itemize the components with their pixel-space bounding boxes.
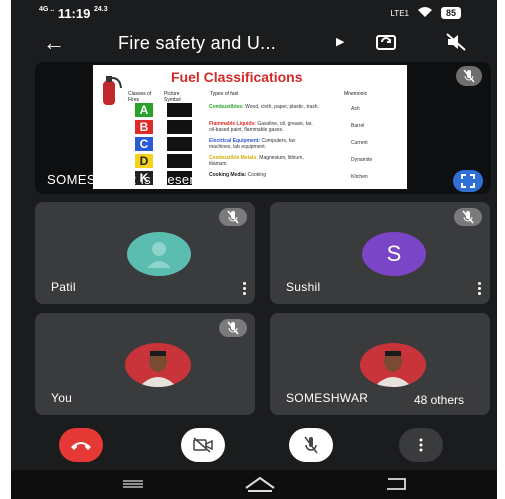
more-options-icon[interactable] [243,282,247,296]
battery-icon: 85 [440,7,461,19]
presentation-tile[interactable]: Fuel Classifications Classes of Fires Pi… [35,62,491,194]
class-picture [167,154,192,168]
fuel-text: Electrical Equipment: Computers, fax mac… [209,138,296,150]
fuel-text: Combustible Metals: Magnesium, lithium, … [209,155,304,167]
fire-extinguisher-icon [103,76,122,105]
others-count-badge[interactable]: 48 others [405,391,472,409]
class-badge: D [135,154,153,168]
slide-row: B Flammable Liquids: Gasoline, oil, grea… [93,120,407,136]
call-controls [11,426,497,468]
class-badge: A [135,103,153,117]
class-picture [167,137,192,151]
fuel-text: Combustibles: Wood, cloth, paper, plasti… [209,104,319,110]
back-nav-icon[interactable] [383,476,409,492]
slide-title: Fuel Classifications [171,69,303,85]
header-fuel: Types of fuel [210,91,239,97]
status-bar: 4G .. 11:19 24.3 LTE1 85 [11,0,497,28]
mnemonic-text: Ash [351,106,360,112]
header-classes: Classes of Fires [128,91,152,103]
header-picture: Picture Symbol [164,91,181,103]
mnemonic-text: Current [351,140,368,146]
mnemonic-text: Dynamite [351,157,373,163]
participant-name: You [51,391,73,405]
slide-row: C Electrical Equipment: Computers, fax m… [93,137,407,153]
participant-tile[interactable]: SOMESHWAR 48 others [270,313,490,415]
camera-off-button[interactable] [181,428,225,462]
class-badge: C [135,137,153,151]
more-options-button[interactable] [399,428,443,462]
status-time: 4G .. 11:19 24.3 [39,6,108,21]
mic-muted-icon [454,208,482,226]
home-icon[interactable] [243,475,277,493]
system-nav-bar [11,470,497,499]
fullscreen-button[interactable] [453,170,483,192]
header-mnemonic: Mnemonic [344,91,368,97]
class-badge: B [135,120,153,134]
title-expand-icon[interactable]: ▶ [336,35,344,48]
switch-camera-icon[interactable] [374,31,398,58]
participant-tile[interactable]: You [35,313,255,415]
end-call-button[interactable] [59,428,103,462]
meeting-title[interactable]: Fire safety and U... [118,33,276,54]
class-picture [167,103,192,117]
wifi-icon [417,6,433,20]
avatar [360,343,426,387]
fuel-text: Cooking Media: Cooking [209,172,266,178]
avatar [125,343,191,387]
mnemonic-text: Barrel [351,123,365,129]
slide-row: A Combustibles: Wood, cloth, paper, plas… [93,103,407,119]
recents-icon[interactable] [121,478,145,490]
participant-tile[interactable]: S Sushil [270,202,490,304]
back-button[interactable]: ← [43,30,65,56]
class-picture [167,120,192,134]
status-right: LTE1 85 [390,6,461,20]
mic-muted-icon [219,319,247,337]
more-options-icon[interactable] [478,282,482,296]
audio-output-off-icon[interactable] [444,31,468,58]
participant-name: Sushil [286,280,321,294]
carrier-label: LTE1 [390,8,409,18]
mnemonic-text: Kitchen [351,174,368,180]
participant-name: Patil [51,280,76,294]
avatar [127,232,191,276]
slide-row: D Combustible Metals: Magnesium, lithium… [93,154,407,170]
participant-tile[interactable]: Patil [35,202,255,304]
phone-screen: 4G .. 11:19 24.3 LTE1 85 ← Fire safety a… [11,0,497,499]
mic-muted-icon [456,66,482,86]
mic-muted-icon [219,208,247,226]
meeting-toolbar: ← Fire safety and U... ▶ [11,28,497,58]
fuel-text: Flammable Liquids: Gasoline, oil, grease… [209,121,313,133]
presenter-label: SOMESHWAR is presenting [47,172,220,187]
participant-name: SOMESHWAR [286,391,369,405]
shared-slide: Fuel Classifications Classes of Fires Pi… [93,65,407,189]
mic-off-button[interactable] [289,428,333,462]
avatar: S [362,232,426,276]
